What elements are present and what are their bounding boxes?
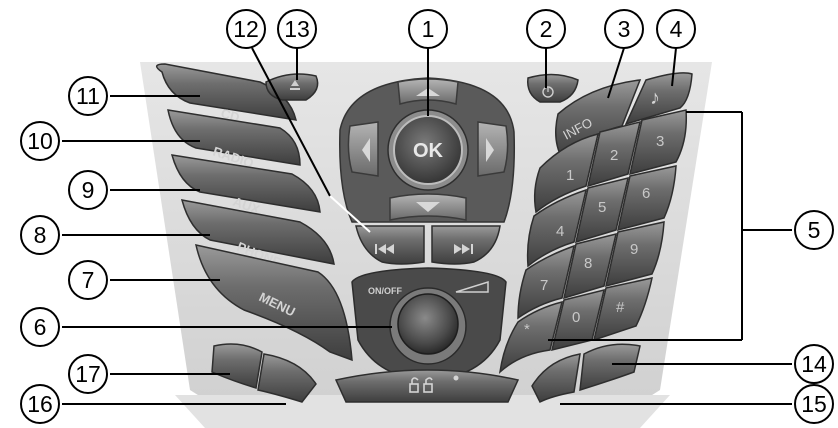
key-3-label: 3 (656, 133, 664, 150)
callout-7-label: 7 (82, 267, 95, 293)
callout-16-label: 16 (27, 391, 53, 417)
callout-6-label: 6 (34, 314, 47, 340)
key-star-label: * (524, 321, 530, 338)
callout-12-label: 12 (233, 16, 259, 42)
lock-indicator-dot (453, 375, 459, 381)
key-1-label: 1 (566, 167, 574, 184)
music-note-icon: ♪ (650, 87, 660, 109)
key-4-label: 4 (556, 223, 564, 240)
key-9-label: 9 (630, 241, 638, 258)
callout-11-label: 11 (76, 83, 100, 109)
key-6-label: 6 (642, 185, 650, 202)
callout-8-label: 8 (34, 222, 47, 248)
callout-5-label: 5 (808, 217, 821, 243)
lock-button[interactable] (334, 369, 520, 403)
callout-9-label: 9 (82, 177, 95, 203)
key-8-label: 8 (584, 255, 592, 272)
ok-button-label: OK (413, 140, 444, 162)
eject-icon-bar (290, 88, 300, 90)
key-5-label: 5 (598, 199, 606, 216)
volume-knob[interactable] (397, 293, 459, 355)
callout-4-label: 4 (670, 16, 683, 42)
callout-1-label: 1 (422, 16, 435, 42)
on-off-label: ON/OFF (368, 286, 402, 296)
key-0-label: 0 (572, 309, 580, 326)
eject-button[interactable] (265, 73, 319, 101)
callout-2-label: 2 (540, 16, 553, 42)
callout-14-label: 14 (801, 351, 827, 377)
callout-10-label: 10 (27, 128, 53, 154)
callout-15-label: 15 (801, 391, 827, 417)
key-hash-label: # (616, 299, 625, 316)
callout-3-label: 3 (618, 16, 631, 42)
callout-17-label: 17 (75, 361, 101, 387)
key-7-label: 7 (540, 277, 548, 294)
key-2-label: 2 (610, 147, 618, 164)
control-panel-diagram: CD RADIO AUX PHONE MENU OK ON/OFF INFO ♪… (20, 9, 834, 428)
callout-13-label: 13 (284, 16, 310, 42)
